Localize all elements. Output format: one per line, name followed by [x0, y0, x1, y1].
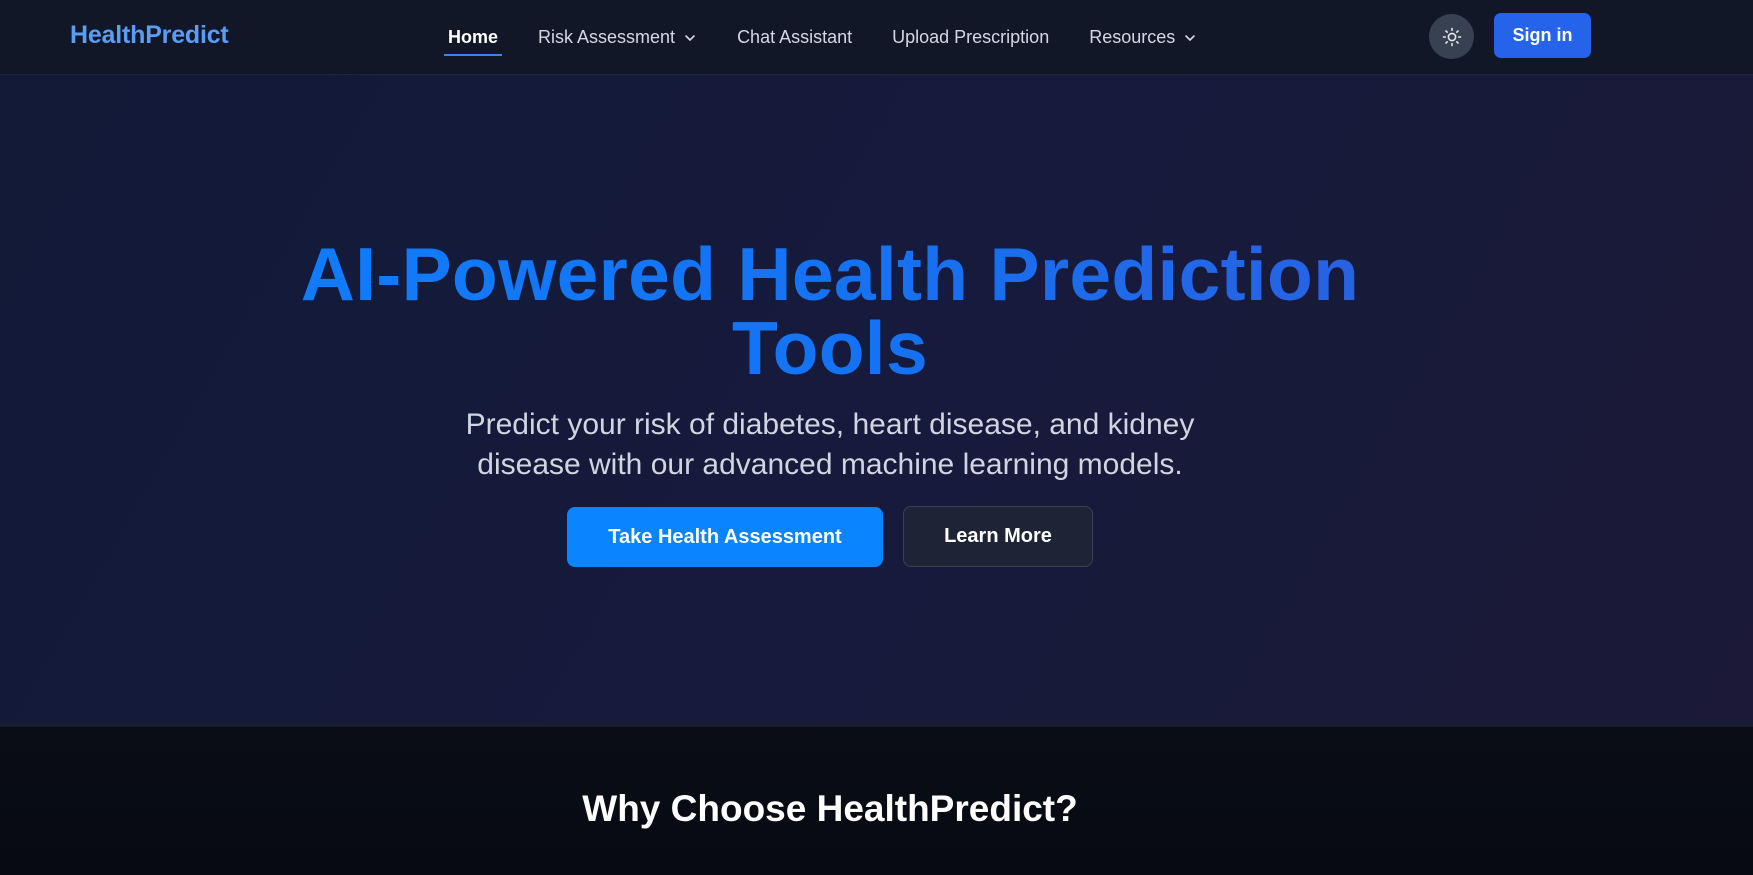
hero-subtitle: Predict your risk of diabetes, heart dis…	[430, 405, 1230, 485]
hero-title: AI-Powered Health Prediction Tools	[230, 237, 1430, 385]
logo[interactable]: HealthPredict	[70, 20, 229, 50]
theme-toggle-button[interactable]	[1429, 14, 1474, 59]
learn-more-button[interactable]: Learn More	[903, 506, 1093, 567]
chevron-down-icon	[685, 34, 695, 41]
sun-icon	[1442, 27, 1461, 46]
hero-subtitle-line1: Predict your risk of diabetes, heart dis…	[465, 408, 1195, 441]
hero-subtitle-line2: disease with our advanced machine learni…	[477, 448, 1183, 481]
nav-link-upload-prescription-label: Upload Prescription	[892, 27, 1050, 47]
nav-link-risk-assessment[interactable]: Risk Assessment	[538, 26, 697, 50]
chevron-down-icon	[1185, 34, 1196, 41]
take-health-assessment-button[interactable]: Take Health Assessment	[567, 507, 883, 567]
nav-link-home-label: Home	[448, 27, 499, 47]
navbar: HealthPredict Home Risk Assessment Chat …	[0, 0, 1753, 75]
nav-link-upload-prescription[interactable]: Upload Prescription	[892, 26, 1049, 50]
why-section: Why Choose HealthPredict?	[0, 727, 1753, 875]
nav-links: Home Risk Assessment Chat Assistant Uplo…	[443, 0, 1237, 75]
nav-link-chat-assistant[interactable]: Chat Assistant	[737, 26, 852, 50]
hero-title-line1: AI-Powered Health Prediction	[300, 232, 1360, 316]
nav-link-resources-label: Resources	[1089, 27, 1176, 47]
hero-section: AI-Powered Health Prediction Tools Predi…	[0, 75, 1753, 721]
hero-title-line2: Tools	[732, 306, 928, 390]
sign-in-button[interactable]: Sign in	[1494, 13, 1591, 58]
nav-link-chat-assistant-label: Chat Assistant	[737, 27, 853, 47]
why-section-title: Why Choose HealthPredict?	[582, 788, 1078, 829]
nav-link-risk-assessment-label: Risk Assessment	[538, 27, 676, 47]
nav-link-resources[interactable]: Resources	[1089, 26, 1197, 50]
nav-link-home[interactable]: Home	[443, 26, 503, 56]
